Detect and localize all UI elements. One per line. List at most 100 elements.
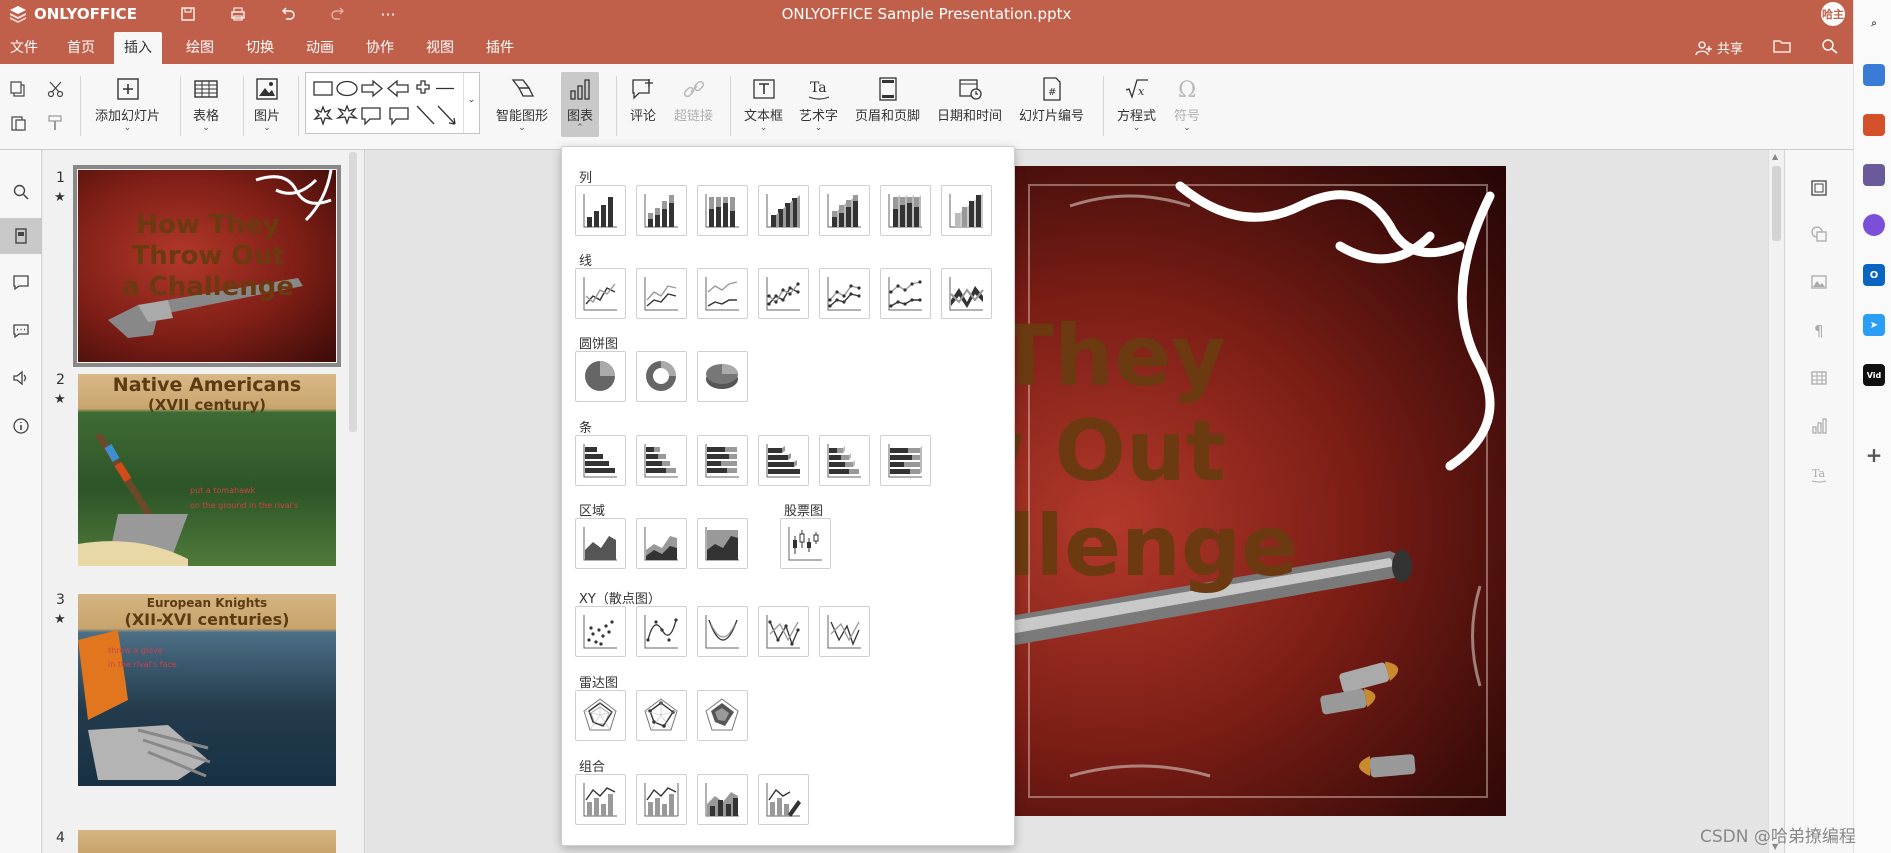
chart-type-scatter-straight-markers[interactable] bbox=[758, 606, 809, 657]
outlook-icon[interactable]: O bbox=[1863, 264, 1885, 286]
hyperlink-button[interactable]: 超链接 bbox=[674, 76, 713, 124]
chart-type-scatter-smooth[interactable] bbox=[697, 606, 748, 657]
comments-icon[interactable] bbox=[7, 268, 35, 296]
tab-transitions[interactable]: 切换 bbox=[236, 32, 284, 64]
thumbnails-scrollbar[interactable] bbox=[349, 152, 357, 432]
chart-type-percent-stacked-line[interactable] bbox=[697, 268, 748, 319]
datetime-button[interactable]: 日期和时间 bbox=[937, 76, 1002, 124]
slides-panel-icon[interactable] bbox=[0, 218, 42, 254]
copilot-icon[interactable] bbox=[1863, 214, 1885, 236]
chart-type-3d-stacked-column[interactable] bbox=[819, 185, 870, 236]
chart-type-percent-stacked-line-with-markers[interactable] bbox=[880, 268, 931, 319]
chart-type-3d-percent-stacked-column[interactable] bbox=[880, 185, 931, 236]
paragraph-settings-icon[interactable]: ¶ bbox=[1807, 318, 1831, 342]
scroll-thumb[interactable] bbox=[1772, 166, 1781, 241]
equation-button[interactable]: x 方程式 ⌄ bbox=[1117, 76, 1156, 133]
slide-thumbnail-2[interactable]: Native Americans (XVII century) put a to… bbox=[78, 374, 336, 566]
chart-type-stock[interactable] bbox=[780, 518, 831, 569]
search-icon[interactable] bbox=[7, 178, 35, 206]
toolbox-icon[interactable] bbox=[1863, 114, 1885, 136]
current-slide[interactable]: w They ow Out hallenge bbox=[1010, 166, 1506, 816]
chart-type-line-with-markers[interactable] bbox=[758, 268, 809, 319]
chart-type-3d-percent-stacked-bar[interactable] bbox=[880, 435, 931, 486]
symbol-button[interactable]: Ω 符号 ⌄ bbox=[1174, 76, 1200, 133]
chart-type-3d-stacked-bar[interactable] bbox=[819, 435, 870, 486]
smartart-button[interactable]: 智能图形 ⌄ bbox=[496, 76, 548, 133]
shape-settings-icon[interactable] bbox=[1807, 222, 1831, 246]
shapes-more-icon[interactable]: ⌄ bbox=[463, 73, 479, 133]
chart-button[interactable]: 图表 ⌃ bbox=[561, 72, 600, 137]
share-button[interactable]: 共享 bbox=[1695, 38, 1743, 57]
textbox-button[interactable]: 文本框 ⌄ bbox=[744, 76, 783, 133]
textart-settings-icon[interactable]: Ta bbox=[1807, 462, 1831, 486]
textart-button[interactable]: Ta 艺术字 ⌄ bbox=[799, 76, 838, 133]
open-location-icon[interactable] bbox=[1773, 38, 1791, 58]
chart-type-3d-line[interactable] bbox=[941, 268, 992, 319]
chart-type-scatter-smooth-markers[interactable] bbox=[636, 606, 687, 657]
image-settings-icon[interactable] bbox=[1807, 270, 1831, 294]
chart-type-combo-area-column[interactable] bbox=[697, 774, 748, 825]
slide-thumbnail-3[interactable]: European Knights (XII-XVI centuries) thr… bbox=[78, 594, 336, 786]
chart-type-clustered-bar[interactable] bbox=[575, 435, 626, 486]
shapes-gallery[interactable]: ⌄ bbox=[305, 72, 480, 134]
user-avatar[interactable]: 哈主 bbox=[1821, 2, 1845, 26]
chart-type-3d-column[interactable] bbox=[941, 185, 992, 236]
tab-insert[interactable]: 插入 bbox=[114, 32, 162, 64]
tab-draw[interactable]: 绘图 bbox=[176, 32, 224, 64]
tab-home[interactable]: 首页 bbox=[57, 32, 105, 64]
chart-type-filled-radar[interactable] bbox=[697, 690, 748, 741]
slide-settings-icon[interactable] bbox=[1807, 176, 1831, 200]
copy-icon[interactable] bbox=[7, 78, 29, 100]
scroll-up-icon[interactable]: ▲ bbox=[1772, 152, 1778, 161]
speaker-icon[interactable] bbox=[7, 364, 35, 392]
chart-type-combo-column-line-secondary[interactable] bbox=[636, 774, 687, 825]
chart-type-3d-clustered-column[interactable] bbox=[758, 185, 809, 236]
table-button[interactable]: 表格 ⌄ bbox=[193, 76, 219, 133]
slide-thumbnail-1[interactable]: How They Throw Out a Challenge bbox=[73, 165, 341, 367]
tab-view[interactable]: 视图 bbox=[416, 32, 464, 64]
chart-type-clustered-column[interactable] bbox=[575, 185, 626, 236]
chart-type-area[interactable] bbox=[575, 518, 626, 569]
chart-type-percent-stacked-area[interactable] bbox=[697, 518, 748, 569]
comment-button[interactable]: 评论 bbox=[630, 76, 656, 124]
chart-type-stacked-bar[interactable] bbox=[636, 435, 687, 486]
chart-type-stacked-line-with-markers[interactable] bbox=[819, 268, 870, 319]
send-icon[interactable]: ➤ bbox=[1863, 314, 1885, 336]
person-icon[interactable] bbox=[1863, 164, 1885, 186]
slide-number-button[interactable]: # 幻灯片编号 bbox=[1019, 76, 1084, 124]
search-icon[interactable]: ⌕ bbox=[1863, 12, 1885, 34]
header-footer-button[interactable]: 页眉和页脚 bbox=[855, 76, 920, 124]
tab-plugins[interactable]: 插件 bbox=[476, 32, 524, 64]
info-icon[interactable] bbox=[7, 412, 35, 440]
chart-type-3d-pie[interactable] bbox=[697, 351, 748, 402]
paste-icon[interactable] bbox=[7, 112, 29, 134]
slide-thumbnail-4[interactable] bbox=[78, 830, 336, 853]
tag-icon[interactable] bbox=[1863, 64, 1885, 86]
chart-type-stacked-column[interactable] bbox=[636, 185, 687, 236]
chart-type-combo-column-line[interactable] bbox=[575, 774, 626, 825]
cut-icon[interactable] bbox=[45, 78, 67, 100]
chart-type-stacked-line[interactable] bbox=[636, 268, 687, 319]
chart-type-custom-combo[interactable] bbox=[758, 774, 809, 825]
chart-type-stacked-area[interactable] bbox=[636, 518, 687, 569]
chat-icon[interactable] bbox=[7, 316, 35, 344]
tab-animation[interactable]: 动画 bbox=[296, 32, 344, 64]
chart-settings-icon[interactable] bbox=[1807, 414, 1831, 438]
format-painter-icon[interactable] bbox=[45, 112, 67, 134]
chart-type-pie[interactable] bbox=[575, 351, 626, 402]
chart-type-3d-clustered-bar[interactable] bbox=[758, 435, 809, 486]
image-button[interactable]: 图片 ⌄ bbox=[254, 76, 280, 133]
chart-type-radar[interactable] bbox=[575, 690, 626, 741]
tab-collaboration[interactable]: 协作 bbox=[356, 32, 404, 64]
tab-file[interactable]: 文件 bbox=[0, 32, 48, 64]
chart-type-percent-stacked-column[interactable] bbox=[697, 185, 748, 236]
chart-type-doughnut[interactable] bbox=[636, 351, 687, 402]
chart-type-scatter[interactable] bbox=[575, 606, 626, 657]
chart-type-line[interactable] bbox=[575, 268, 626, 319]
chart-type-scatter-straight[interactable] bbox=[819, 606, 870, 657]
table-settings-icon[interactable] bbox=[1807, 366, 1831, 390]
canvas-vertical-scrollbar[interactable]: ▲ ▼ bbox=[1768, 150, 1784, 853]
chart-type-percent-stacked-bar[interactable] bbox=[697, 435, 748, 486]
vidhub-icon[interactable]: Vid bbox=[1863, 364, 1885, 386]
add-icon[interactable]: + bbox=[1863, 443, 1885, 467]
